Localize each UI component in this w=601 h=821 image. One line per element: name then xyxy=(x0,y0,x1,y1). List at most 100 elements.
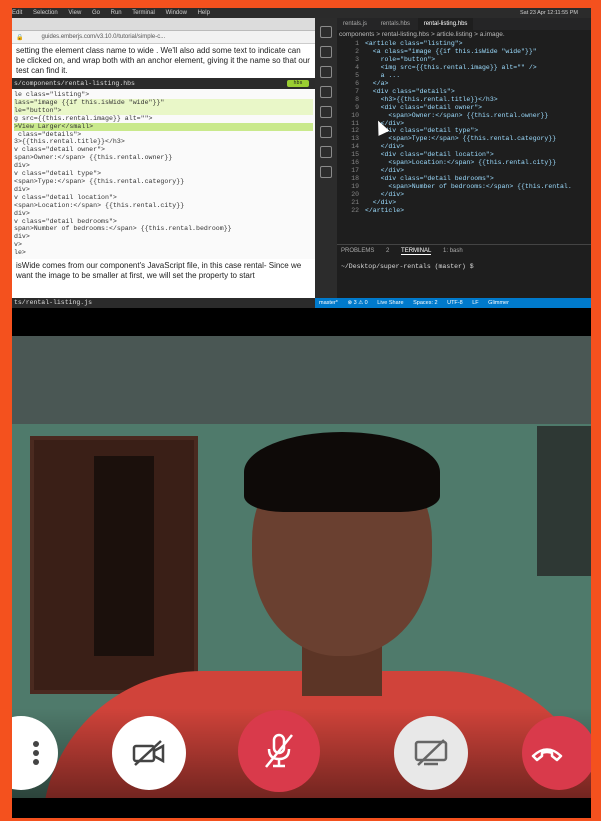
code-line: 5 a ... xyxy=(337,72,591,80)
bottom-panel: PROBLEMS 2 TERMINAL 1: bash ~/Desktop/su… xyxy=(337,244,591,289)
line-number: 7 xyxy=(355,87,359,95)
code-line: v class="detail bedrooms"> xyxy=(14,217,117,225)
code-line: g src={{this.rental.image}} alt=""> xyxy=(14,114,153,122)
language-badge: hbs xyxy=(287,80,309,87)
line-number: 16 xyxy=(351,159,359,167)
indentation-indicator[interactable]: Spaces: 2 xyxy=(413,300,437,306)
code-line: 6 </a> xyxy=(337,80,591,88)
branch-indicator[interactable]: master* xyxy=(319,300,338,306)
menu-item-view[interactable]: View xyxy=(68,10,81,16)
eol-indicator[interactable]: LF xyxy=(472,300,478,306)
line-text: <span>Number of bedrooms:</span> {{this.… xyxy=(365,183,572,191)
menu-item-help[interactable]: Help xyxy=(198,10,210,16)
live-share-icon[interactable] xyxy=(320,146,332,158)
code-line: div> xyxy=(14,209,30,217)
tab-rentals-hbs[interactable]: rentals.hbs xyxy=(375,18,416,30)
code-line: 20 </div> xyxy=(337,191,591,199)
menu-item-window[interactable]: Window xyxy=(166,10,187,16)
menu-item-go[interactable]: Go xyxy=(92,10,100,16)
address-bar[interactable]: 🔒 guides.emberjs.com/v3.10.0/tutorial/si… xyxy=(12,31,315,44)
intro-paragraph: setting the element class name to wide .… xyxy=(16,46,310,75)
more-options-button[interactable] xyxy=(12,716,58,790)
camera-feed xyxy=(12,336,591,818)
status-bar: master* ⊗ 3 ⚠ 0 Live Share Spaces: 2 UTF… xyxy=(315,298,591,308)
line-text: </div> xyxy=(365,143,405,151)
line-number: 15 xyxy=(351,151,359,159)
more-vertical-icon xyxy=(33,741,39,765)
code-line: 14 </div> xyxy=(337,143,591,151)
screen-share-off-icon xyxy=(414,739,448,766)
line-number: 1 xyxy=(355,40,359,47)
encoding-indicator[interactable]: UTF-8 xyxy=(447,300,463,306)
browser-window: 🔒 guides.emberjs.com/v3.10.0/tutorial/si… xyxy=(12,18,315,308)
lock-icon: 🔒 xyxy=(16,34,24,41)
toggle-mic-button[interactable] xyxy=(238,710,320,792)
test-icon[interactable] xyxy=(320,126,332,138)
line-number: 5 xyxy=(355,71,359,79)
mic-off-icon xyxy=(265,733,293,768)
code-line: 8 <h3>{{this.rental.title}}</h3> xyxy=(337,96,591,104)
code-line: v class="detail owner"> xyxy=(14,146,106,154)
problems-indicator[interactable]: ⊗ 3 ⚠ 0 xyxy=(347,300,367,306)
line-number: 10 xyxy=(351,111,359,119)
doorway xyxy=(94,456,154,656)
extensions-icon[interactable] xyxy=(320,106,332,118)
menu-item-edit[interactable]: Edit xyxy=(12,10,22,16)
line-text: <span>Type:</span> {{this.rental.categor… xyxy=(365,135,557,143)
code-line: 15 <div class="detail location"> xyxy=(337,151,591,159)
live-share-button[interactable]: Live Share xyxy=(377,300,403,306)
tab-rental-listing-hbs[interactable]: rental-listing.hbs xyxy=(417,18,474,30)
code-line: div> xyxy=(14,185,30,193)
code-line: 16 <span>Location:</span> {{this.rental.… xyxy=(337,159,591,167)
menu-item-terminal[interactable]: Terminal xyxy=(132,10,155,16)
line-number: 2 xyxy=(355,47,359,55)
code-line: 2 <a class="image {{if this.isWide "wide… xyxy=(337,48,591,56)
line-number: 6 xyxy=(355,79,359,87)
toggle-camera-button[interactable] xyxy=(112,716,186,790)
run-icon[interactable] xyxy=(320,86,332,98)
language-indicator[interactable]: Glimmer xyxy=(488,300,509,306)
line-number: 11 xyxy=(351,119,359,127)
breadcrumb[interactable]: components > rental-listing.hbs > articl… xyxy=(339,31,505,38)
remote-icon[interactable] xyxy=(320,166,332,178)
source-control-icon[interactable] xyxy=(320,66,332,78)
code-line: le> xyxy=(14,249,26,257)
bottom-strip xyxy=(12,798,591,818)
terminal-prompt[interactable]: ~/Desktop/super-rentals (master) $ xyxy=(341,263,587,270)
line-text: </a> xyxy=(365,79,389,87)
line-number: 9 xyxy=(355,103,359,111)
code-line: 9 <div class="detail owner"> xyxy=(337,104,591,112)
terminal-select[interactable]: 1: bash xyxy=(443,248,463,254)
code-line: 17 </div> xyxy=(337,167,591,175)
tab-rentals-js[interactable]: rentals.js xyxy=(337,18,373,30)
next-file-header: ts/rental-listing.js xyxy=(12,298,315,308)
menu-item-run[interactable]: Run xyxy=(111,10,122,16)
line-text: <div class="details"> xyxy=(365,87,455,95)
menu-item-selection[interactable]: Selection xyxy=(33,10,58,16)
activity-bar xyxy=(315,18,337,298)
tab-terminal[interactable]: TERMINAL xyxy=(401,248,432,255)
code-file-path: s/components/rental-listing.hbs xyxy=(14,80,135,87)
code-line: 21 </div> xyxy=(337,199,591,207)
code-editor: rentals.js rentals.hbs rental-listing.hb… xyxy=(315,18,591,308)
mac-menubar: Edit Selection View Go Run Terminal Wind… xyxy=(12,8,591,18)
line-number: 20 xyxy=(351,191,359,199)
line-number: 18 xyxy=(351,175,359,183)
code-line: 7 <div class="details"> xyxy=(337,88,591,96)
screen-share-button[interactable] xyxy=(394,716,468,790)
search-icon[interactable] xyxy=(320,46,332,58)
code-line: 3 role="button"> xyxy=(337,56,591,64)
line-number: 19 xyxy=(351,183,359,191)
panel-tabs: PROBLEMS 2 TERMINAL 1: bash xyxy=(337,245,591,255)
line-text: <img src={{this.rental.image}} alt="" /> xyxy=(365,63,537,71)
code-line: lass="image {{if this.isWide "wide"}}" xyxy=(14,98,313,107)
end-call-button[interactable] xyxy=(522,716,591,790)
browser-tabbar[interactable] xyxy=(12,18,315,31)
code-line: 22 </article> xyxy=(337,207,591,215)
explorer-icon[interactable] xyxy=(320,26,332,38)
line-number: 22 xyxy=(351,207,359,215)
line-text: <h3>{{this.rental.title}}</h3> xyxy=(365,95,498,103)
line-text: role="button"> xyxy=(365,55,436,63)
tab-problems[interactable]: PROBLEMS xyxy=(341,248,374,254)
line-number: 12 xyxy=(351,127,359,135)
